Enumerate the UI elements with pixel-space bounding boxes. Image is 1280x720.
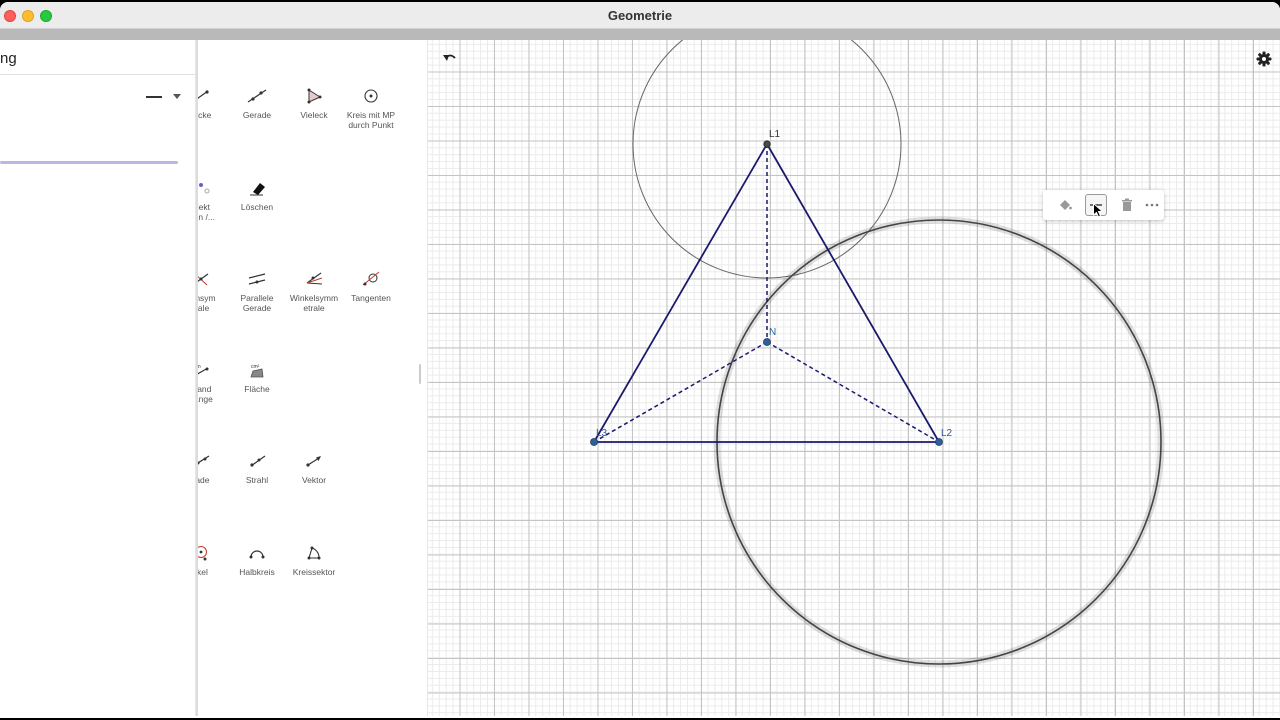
label-n: N [769, 327, 776, 338]
construction-drawing: L1 L2 L3 N [590, 40, 1165, 668]
tool-label: Parallele Gerade [240, 293, 274, 313]
color-button[interactable] [1054, 194, 1076, 216]
panel-header: ng [0, 40, 196, 75]
tool-ray[interactable]: Strahl [227, 453, 287, 513]
more-options-button[interactable] [1141, 194, 1163, 216]
tool-circle-center-point[interactable]: Kreis mit MP durch Punkt [341, 88, 401, 148]
paint-bucket-icon [1060, 200, 1072, 210]
point-n[interactable] [763, 338, 771, 346]
more-dots-icon [1145, 203, 1159, 207]
tool-line[interactable]: Gerade [227, 88, 287, 148]
caret-down-icon [173, 94, 181, 99]
tools-panel: recke Gerade Vieleck Kreis mit MP durch … [198, 40, 428, 716]
title-bar: Geometrie [0, 2, 1280, 29]
panel-resize-handle[interactable] [419, 364, 421, 384]
tool-polygon[interactable]: Vieleck [284, 88, 344, 148]
tangents-icon [362, 271, 380, 286]
trash-icon [1122, 198, 1132, 211]
line-thickness-slider[interactable] [0, 161, 178, 164]
area-icon: cm² [250, 364, 264, 378]
window-title: Geometrie [607, 8, 673, 23]
tool-label: Kreis mit MP durch Punkt [346, 110, 396, 130]
perpendicular-bisector-icon [198, 273, 209, 286]
compass-icon [198, 546, 207, 561]
tool-label: Strahl [245, 475, 269, 485]
object-style-bar [1043, 190, 1164, 220]
tool-label: Gerade [242, 110, 272, 120]
tool-area[interactable]: cm² Fläche [227, 362, 287, 422]
panel-title: ng [0, 50, 17, 67]
vector-icon [306, 456, 321, 467]
polygon-icon [307, 88, 322, 104]
tool-semicircle[interactable]: Halbkreis [227, 545, 287, 605]
distance-length-icon: cm [198, 364, 209, 375]
semicircle-icon [249, 550, 265, 559]
tool-tangents[interactable]: Tangenten [341, 271, 401, 331]
point-l3[interactable] [590, 438, 598, 446]
tool-label: Vieleck [300, 110, 328, 120]
label-l3: L3 [596, 428, 608, 439]
ray-icon [250, 455, 266, 467]
tool-angle-bisector[interactable]: Winkelsymm etrale [284, 271, 344, 331]
point-l1[interactable] [763, 140, 771, 148]
dashed-segment-n-l3[interactable] [593, 341, 768, 443]
tool-label: Tangenten [351, 293, 391, 303]
tool-label: Löschen [240, 202, 274, 212]
tool-parallel-line[interactable]: Parallele Gerade [227, 271, 287, 331]
tool-label: Fläche [244, 384, 270, 394]
eraser-icon [250, 183, 265, 196]
angle-bisector-icon [306, 272, 323, 285]
show-hide-object-icon [199, 183, 210, 194]
circle-center-point-icon [364, 89, 378, 103]
delete-button[interactable] [1116, 194, 1138, 216]
line-style-dropdown[interactable] [146, 90, 186, 104]
properties-panel: ng [0, 40, 196, 716]
svg-text:cm²: cm² [251, 364, 260, 370]
tool-label: Vektor [301, 475, 327, 485]
undo-icon[interactable] [442, 52, 458, 66]
segment-icon [198, 90, 209, 99]
mouse-cursor-icon [1093, 203, 1103, 218]
parallel-line-icon [248, 273, 266, 285]
tool-label: Halbkreis [239, 567, 275, 577]
solid-line-icon [146, 96, 162, 98]
label-l1: L1 [769, 129, 781, 140]
point-l2[interactable] [935, 438, 943, 446]
tool-label: Kreissektor [292, 567, 336, 577]
tool-vector[interactable]: Vektor [284, 453, 344, 513]
dashed-segment-n-l2[interactable] [766, 341, 940, 443]
tool-circle-sector[interactable]: Kreissektor [284, 545, 344, 605]
line-icon [247, 89, 267, 103]
line-partial-icon [198, 455, 210, 465]
tool-label: Winkelsymm etrale [289, 293, 339, 313]
graphics-canvas[interactable]: L1 L2 L3 N [428, 40, 1280, 716]
svg-text:cm: cm [198, 364, 201, 370]
circle-sector-icon [307, 546, 321, 560]
label-l2: L2 [941, 428, 953, 439]
tool-delete[interactable]: Löschen [227, 180, 287, 240]
gear-icon[interactable] [1256, 51, 1272, 67]
